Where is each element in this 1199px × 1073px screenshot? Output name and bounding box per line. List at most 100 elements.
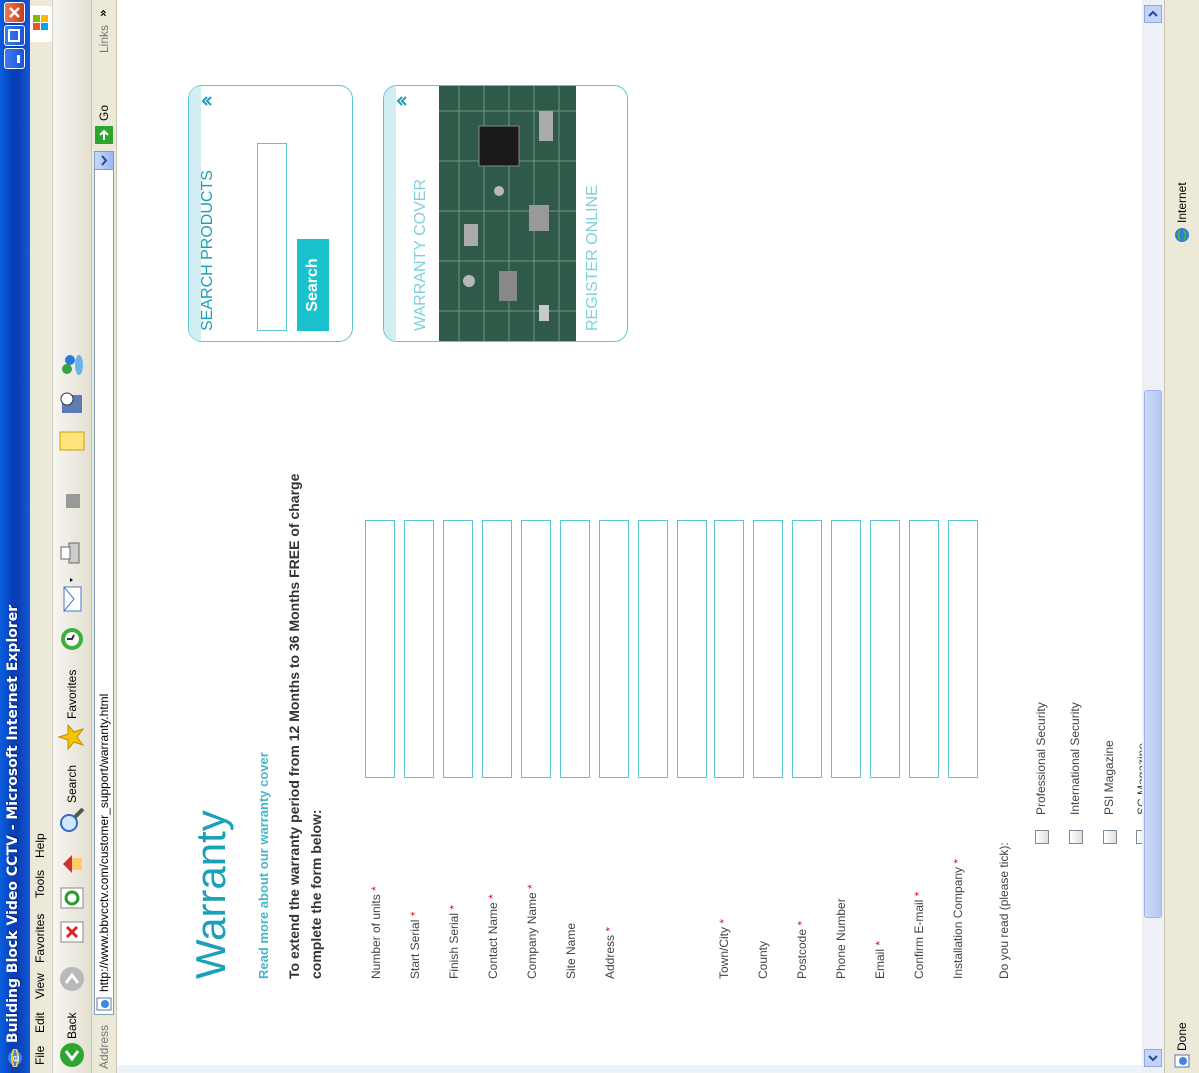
back-label: Back [65, 1012, 79, 1039]
menu-edit[interactable]: Edit [33, 1012, 47, 1033]
field-label-site-name: Site Name [564, 922, 578, 979]
required-marker: * [603, 926, 617, 932]
field-label-town-city: Town/City * [717, 918, 731, 979]
links-label[interactable]: Links [97, 25, 111, 53]
address-field[interactable]: http://www.bbvcctv.com/customer_support/… [94, 151, 114, 1015]
horizontal-scrollbar[interactable] [1142, 0, 1164, 1073]
search-icon [60, 807, 85, 832]
history-button[interactable] [57, 623, 87, 653]
chevron-down-icon [101, 155, 108, 166]
favorites-button[interactable]: Favorites [57, 659, 87, 751]
security-zone: Internet [1175, 182, 1189, 223]
menu-help[interactable]: Help [33, 833, 47, 858]
confirm-email-input[interactable] [909, 520, 939, 778]
browser-window: e Building Block Video CCTV - Microsoft … [0, 0, 1199, 1073]
required-marker: * [912, 891, 926, 897]
back-button[interactable]: Back [57, 999, 87, 1069]
home-icon [63, 855, 82, 873]
chevron-right-icon [1148, 10, 1158, 17]
postcode-input[interactable] [792, 520, 822, 778]
stop-button[interactable] [57, 917, 87, 945]
field-label-number-of-units: Number of units * [369, 886, 383, 979]
field-label-start-serial: Start Serial * [408, 911, 422, 979]
box-header [384, 86, 396, 341]
site-name-input[interactable] [560, 520, 590, 778]
field-label-contact-name: Contact Name * [486, 894, 500, 979]
checkbox-label-professional-security: Professional Security [1034, 702, 1048, 815]
field-label-email: Email * [873, 940, 887, 979]
read-more-link[interactable]: Read more about our warranty cover [256, 752, 271, 979]
mail-button[interactable] [57, 573, 87, 613]
horizontal-scroll-thumb[interactable] [1144, 390, 1162, 918]
county-input[interactable] [753, 520, 783, 778]
chevron-up-icon [201, 96, 212, 106]
address-dropdown[interactable] [95, 152, 113, 170]
required-marker: * [795, 920, 809, 926]
windows-logo-icon [30, 6, 52, 42]
address-bar: Address http://www.bbvcctv.com/customer_… [92, 0, 117, 1073]
scroll-left-button[interactable] [1144, 1049, 1162, 1067]
refresh-button[interactable] [57, 883, 87, 911]
print-button[interactable] [57, 537, 87, 567]
checkbox-professional-security[interactable] [1035, 830, 1049, 844]
address-line3-input[interactable] [677, 520, 707, 778]
menu-bar: File Edit View Favorites Tools Help [30, 0, 53, 1073]
checkbox-psi-magazine[interactable] [1103, 830, 1117, 844]
forward-arrow-icon [60, 967, 84, 991]
go-label: Go [97, 104, 111, 121]
page-done-icon [1174, 1054, 1190, 1068]
toolbar-overflow-icon[interactable]: » [96, 9, 110, 17]
warranty-cover-title: WARRANTY COVER [412, 178, 429, 331]
home-button[interactable] [57, 849, 87, 877]
page-icon [96, 997, 112, 1011]
go-arrow-icon [95, 126, 113, 144]
menu-file[interactable]: File [33, 1046, 47, 1065]
forward-button[interactable] [57, 953, 87, 993]
required-marker: * [525, 884, 539, 889]
scroll-right-button[interactable] [1144, 5, 1162, 23]
page-left-strip [117, 1065, 1142, 1073]
messenger-button[interactable] [57, 349, 87, 379]
company-name-input[interactable] [521, 520, 551, 778]
menu-favorites[interactable]: Favorites [33, 914, 47, 963]
tick-prompt: Do you read (please tick): [997, 842, 1011, 979]
field-label-postcode: Postcode * [795, 920, 809, 979]
contact-name-input[interactable] [482, 520, 512, 778]
product-search-button[interactable]: Search [297, 239, 329, 331]
town-city-input[interactable] [714, 520, 744, 778]
field-label-installation-company: Installation Company * [951, 858, 965, 979]
edit-button[interactable] [57, 489, 87, 513]
required-marker: * [408, 911, 422, 917]
refresh-icon [60, 887, 84, 909]
search-button[interactable]: Search [57, 755, 87, 835]
number-of-units-input[interactable] [365, 520, 395, 778]
email-input[interactable] [870, 520, 900, 778]
stop-icon [60, 921, 84, 943]
internet-globe-icon [1175, 228, 1189, 242]
menu-tools[interactable]: Tools [33, 870, 47, 898]
required-marker: * [486, 894, 500, 899]
required-marker: * [717, 918, 731, 924]
notes-icon [59, 431, 85, 451]
product-search-input[interactable] [257, 143, 287, 331]
warranty-cover-box[interactable]: WARRANTY COVER REGISTER ONLINE [383, 85, 628, 342]
installation-company-input[interactable] [948, 520, 978, 778]
close-button[interactable] [4, 2, 25, 23]
start-serial-input[interactable] [404, 520, 434, 778]
notes-button[interactable] [57, 425, 87, 455]
menu-view[interactable]: View [33, 973, 47, 999]
address-line2-input[interactable] [638, 520, 668, 778]
minimize-button[interactable] [4, 48, 25, 69]
window-title: Building Block Video CCTV - Microsoft In… [5, 604, 21, 1043]
field-label-phone-number: Phone Number [834, 898, 848, 979]
address-line1-input[interactable] [599, 520, 629, 778]
phone-number-input[interactable] [831, 520, 861, 778]
research-button[interactable] [57, 387, 87, 417]
field-label-company-name: Company Name * [525, 884, 539, 979]
ie-icon: e [8, 1049, 22, 1067]
maximize-button[interactable] [4, 25, 25, 46]
finish-serial-input[interactable] [443, 520, 473, 778]
go-button[interactable]: Go [94, 97, 114, 145]
checkbox-international-security[interactable] [1069, 830, 1083, 844]
required-marker: * [873, 940, 887, 946]
